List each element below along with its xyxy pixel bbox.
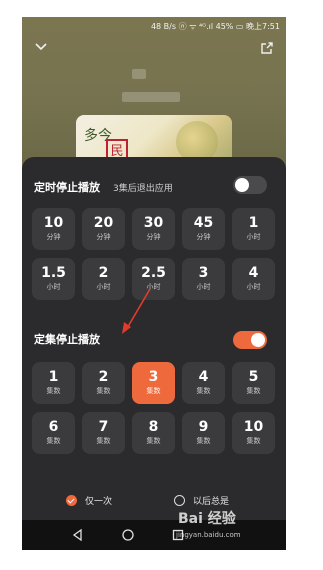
option-value: 2 xyxy=(98,265,109,281)
option-unit: 小时 xyxy=(46,283,61,291)
option-unit: 集数 xyxy=(146,387,161,395)
option-unit: 分钟 xyxy=(96,233,111,241)
status-bar-text: 48 B/s ⓝ ᯤ ⁴ᴳ.ıl 45% ▭ 晚上7:51 xyxy=(150,21,280,31)
option-unit: 小时 xyxy=(196,283,211,291)
option-value: 45 xyxy=(193,215,214,231)
option-value: 10 xyxy=(243,419,264,435)
option-value: 6 xyxy=(48,419,59,435)
radio-always-label: 以后总是 xyxy=(193,497,230,507)
option-unit: 分钟 xyxy=(196,233,211,241)
option-value: 4 xyxy=(198,369,209,385)
timer-option[interactable]: 45 分钟 xyxy=(182,208,225,250)
timer-section-title: 定时停止播放 xyxy=(34,181,100,194)
episode-section-title: 定集停止播放 xyxy=(34,333,100,346)
timer-option[interactable]: 4 小时 xyxy=(232,258,275,300)
option-value: 20 xyxy=(93,215,114,231)
timer-option[interactable]: 2 小时 xyxy=(82,258,125,300)
option-value: 9 xyxy=(198,419,209,435)
option-unit: 集数 xyxy=(246,387,261,395)
navigation-bar xyxy=(22,520,286,550)
timer-option[interactable]: 20 分钟 xyxy=(82,208,125,250)
episode-option[interactable]: 9 集数 xyxy=(182,412,225,454)
option-unit: 集数 xyxy=(96,387,111,395)
timer-option[interactable]: 1 小时 xyxy=(232,208,275,250)
home-icon[interactable] xyxy=(120,527,136,543)
toggle-knob xyxy=(251,333,265,347)
option-value: 10 xyxy=(43,215,64,231)
check-icon xyxy=(66,495,77,506)
episode-option-selected[interactable]: 3 集数 xyxy=(132,362,175,404)
option-unit: 集数 xyxy=(146,437,161,445)
episode-option[interactable]: 7 集数 xyxy=(82,412,125,454)
option-unit: 集数 xyxy=(46,437,61,445)
toggle-knob xyxy=(235,178,249,192)
watermark-logo: Bai 经验 xyxy=(178,511,236,527)
option-unit: 小时 xyxy=(96,283,111,291)
timer-option[interactable]: 3 小时 xyxy=(182,258,225,300)
option-value: 1 xyxy=(48,369,59,385)
blurred-title xyxy=(132,69,146,79)
option-value: 2.5 xyxy=(141,265,166,281)
radio-once[interactable]: 仅一次 xyxy=(66,494,112,507)
option-value: 4 xyxy=(248,265,259,281)
episode-option[interactable]: 1 集数 xyxy=(32,362,75,404)
chevron-down-icon[interactable] xyxy=(34,39,48,53)
option-unit: 分钟 xyxy=(46,233,61,241)
timer-toggle[interactable] xyxy=(233,176,267,194)
option-unit: 集数 xyxy=(96,437,111,445)
option-value: 5 xyxy=(248,369,259,385)
blurred-subtitle xyxy=(122,92,180,102)
option-unit: 集数 xyxy=(246,437,261,445)
radio-empty-icon xyxy=(174,495,185,506)
option-unit: 小时 xyxy=(146,283,161,291)
option-unit: 集数 xyxy=(196,437,211,445)
option-value: 8 xyxy=(148,419,159,435)
option-value: 1 xyxy=(248,215,259,231)
option-unit: 小时 xyxy=(246,233,261,241)
phone-screen: 48 B/s ⓝ ᯤ ⁴ᴳ.ıl 45% ▭ 晚上7:51 多今 民 定时停止播… xyxy=(22,17,286,550)
radio-always[interactable]: 以后总是 xyxy=(174,494,229,507)
timer-option[interactable]: 10 分钟 xyxy=(32,208,75,250)
back-icon[interactable] xyxy=(70,527,86,543)
radio-once-label: 仅一次 xyxy=(85,497,113,507)
option-value: 30 xyxy=(143,215,164,231)
timer-option[interactable]: 1.5 小时 xyxy=(32,258,75,300)
episode-option[interactable]: 4 集数 xyxy=(182,362,225,404)
option-unit: 分钟 xyxy=(146,233,161,241)
episode-option[interactable]: 2 集数 xyxy=(82,362,125,404)
episode-option[interactable]: 10 集数 xyxy=(232,412,275,454)
watermark-url: jingyan.baidu.com xyxy=(176,531,241,539)
episode-option[interactable]: 6 集数 xyxy=(32,412,75,454)
episode-toggle[interactable] xyxy=(233,331,267,349)
option-value: 7 xyxy=(98,419,109,435)
option-value: 1.5 xyxy=(41,265,66,281)
option-unit: 小时 xyxy=(246,283,261,291)
timer-option[interactable]: 2.5 小时 xyxy=(132,258,175,300)
timer-section-subtitle: 3集后退出应用 xyxy=(113,184,173,194)
share-icon[interactable] xyxy=(260,41,274,55)
option-unit: 集数 xyxy=(196,387,211,395)
option-value: 3 xyxy=(148,369,159,385)
option-value: 2 xyxy=(98,369,109,385)
status-bar: 48 B/s ⓝ ᯤ ⁴ᴳ.ıl 45% ▭ 晚上7:51 xyxy=(22,17,286,35)
timer-option[interactable]: 30 分钟 xyxy=(132,208,175,250)
episode-option[interactable]: 5 集数 xyxy=(232,362,275,404)
option-value: 3 xyxy=(198,265,209,281)
option-unit: 集数 xyxy=(46,387,61,395)
sleep-timer-sheet: 定时停止播放 3集后退出应用 10 分钟 20 分钟 30 分钟 45 分钟 1 小时 1… xyxy=(22,157,286,520)
episode-option[interactable]: 8 集数 xyxy=(132,412,175,454)
